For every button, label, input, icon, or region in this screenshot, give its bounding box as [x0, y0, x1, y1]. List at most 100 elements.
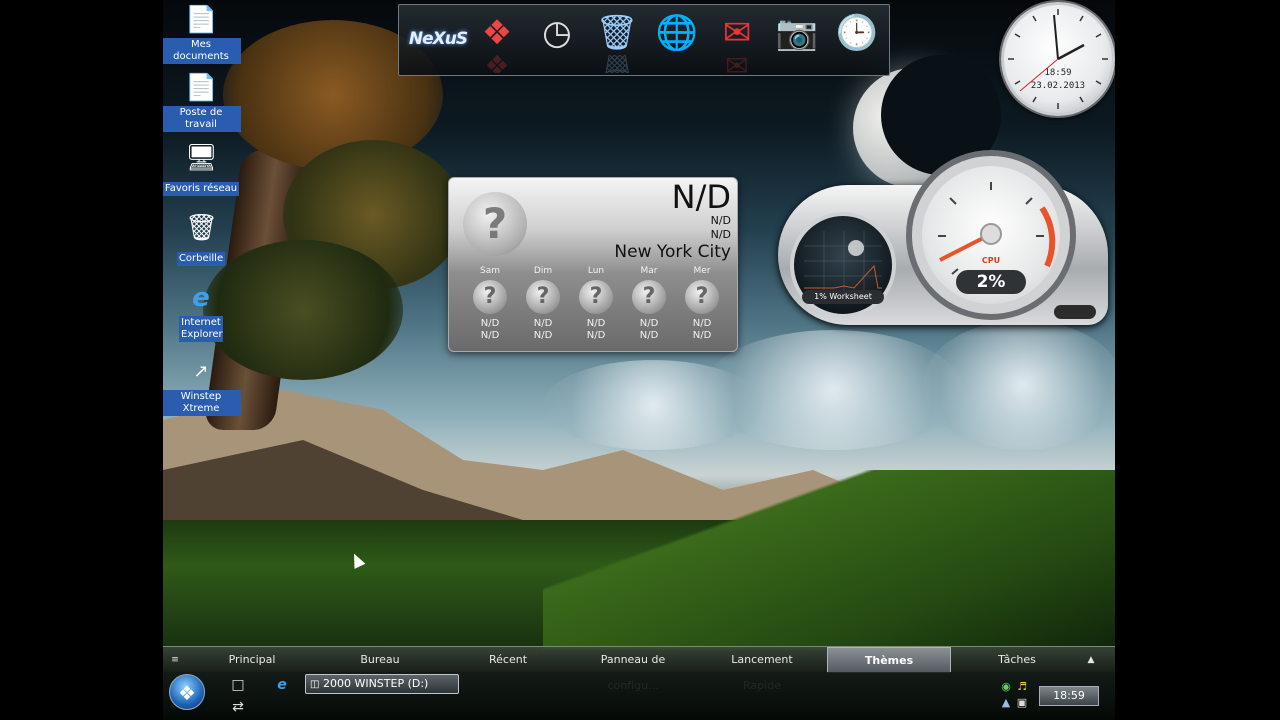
weather-city: New York City	[614, 242, 731, 262]
weather-temperature: N/D	[671, 178, 731, 216]
forecast-day: Dim ? N/D N/D	[523, 266, 563, 342]
desktop-icon-poste-de-travail[interactable]: 📄 Poste de travail	[163, 72, 241, 132]
forecast-day-name: Mar	[640, 266, 658, 276]
weather-widget[interactable]: ? N/D N/D N/D New York City Sam ? N/D N/…	[448, 177, 738, 352]
weather-unknown-icon: ?	[473, 280, 507, 314]
forecast-day: Mar ? N/D N/D	[629, 266, 669, 342]
recycle-bin-icon: 🗑	[185, 213, 219, 243]
drive-icon: ◫	[310, 679, 320, 690]
start-button[interactable]: ❖	[169, 674, 205, 710]
cpu-dial	[906, 150, 1076, 320]
weather-unknown-icon: ?	[632, 280, 666, 314]
clock-icon[interactable]: ◷	[533, 11, 581, 55]
forecast-day: Lun ? N/D N/D	[576, 266, 616, 342]
menu-item-recent[interactable]: Récent	[459, 647, 557, 673]
clock-time: 18:59	[1044, 68, 1072, 78]
network-icon: 🖥	[185, 143, 219, 173]
globe-icon[interactable]: 🌐	[653, 11, 701, 55]
recycle-bin-icon[interactable]: 🗑	[593, 11, 641, 55]
left-black-bar	[0, 0, 163, 720]
nexus-logo-text: NeXuS	[408, 29, 468, 49]
desktop-icon-label: Mes documents	[163, 38, 241, 64]
internet-explorer-icon[interactable]: e	[273, 676, 291, 694]
forecast-day-name: Dim	[533, 266, 553, 276]
forecast-high: N/D	[480, 318, 500, 329]
tray-clock[interactable]: 18:59	[1039, 686, 1099, 706]
forecast-low: N/D	[480, 330, 500, 341]
dock-reflection: ❖	[484, 55, 510, 73]
desktop-icon-internet-explorer[interactable]: e Internet Explorer	[163, 282, 241, 342]
hour-hand	[1057, 43, 1085, 61]
desktop-icon-mes-documents[interactable]: 📄 Mes documents	[163, 4, 241, 64]
forecast-day: Sam ? N/D N/D	[470, 266, 510, 342]
menu-handle-icon[interactable]: ≡	[169, 647, 181, 673]
nexus-logo[interactable]: NeXuS	[407, 11, 469, 55]
desktop[interactable]: 📄 Mes documents 📄 Poste de travail 🖥 Fav…	[163, 0, 1115, 720]
camera-icon[interactable]: 📷	[773, 11, 821, 55]
volume-tray-icon[interactable]: ♬	[1015, 680, 1029, 694]
show-desktop-icon[interactable]: □	[229, 676, 247, 694]
clock-face	[1008, 9, 1108, 109]
forecast-low: N/D	[692, 330, 712, 341]
desktop-icon-favoris-reseau[interactable]: 🖥 Favoris réseau	[163, 142, 241, 196]
grass-slope	[543, 470, 1115, 650]
menu-item-bureau[interactable]: Bureau	[331, 647, 429, 673]
minute-hand	[1053, 14, 1059, 60]
forecast-day-name: Mer	[693, 266, 711, 276]
desktop-icon-label: Poste de travail	[163, 106, 241, 132]
desktop-icon-corbeille[interactable]: 🗑 Corbeille	[163, 212, 241, 266]
winstep-icon: ↗	[193, 361, 209, 382]
menu-item-taches[interactable]: Tâches	[973, 647, 1061, 673]
forecast-low: N/D	[639, 330, 659, 341]
windows-logo-icon[interactable]: ❖	[473, 11, 521, 55]
taskbar-window-label: 2000 WINSTEP (D:)	[322, 677, 429, 690]
internet-explorer-icon: e	[192, 283, 210, 313]
cpu-meter-widget[interactable]: 1% Worksheet CPU 2%	[778, 150, 1108, 330]
desktop-icon-label: Internet Explorer	[179, 316, 223, 342]
forecast-high: N/D	[639, 318, 659, 329]
forecast-high: N/D	[692, 318, 712, 329]
desktop-icon-label: Corbeille	[176, 252, 226, 266]
menu-item-principal[interactable]: Principal	[203, 647, 301, 673]
forecast-low: N/D	[586, 330, 606, 341]
display-tray-icon[interactable]: ▣	[1015, 696, 1029, 710]
weather-condition: N/D	[710, 228, 731, 241]
desktop-icon-label: Winstep Xtreme	[163, 390, 241, 416]
dock-reflection: ✉	[725, 55, 749, 73]
document-icon: 📄	[185, 5, 218, 35]
switch-windows-icon[interactable]: ⇄	[229, 698, 247, 716]
weather-unknown-icon: ?	[579, 280, 613, 314]
nexus-dock[interactable]: NeXuS ❖ ◷ 🗑 🌐 ✉ 📷 🕒 ❖ 🗑 ✉	[398, 4, 890, 76]
forecast-high: N/D	[533, 318, 553, 329]
scroll-up-icon[interactable]: ▲	[1083, 647, 1099, 673]
network-tray-icon[interactable]: ◉	[999, 680, 1013, 694]
monitor-clock-icon[interactable]: 🕒	[833, 11, 881, 55]
winstep-menu-bar[interactable]: ≡ Principal Bureau Récent Panneau de con…	[163, 646, 1115, 692]
forecast-day-name: Sam	[480, 266, 500, 276]
weather-unknown-icon: ?	[526, 280, 560, 314]
worksheet-label: 1% Worksheet	[802, 290, 884, 304]
computer-icon: 📄	[185, 73, 218, 103]
cpu-meter-slot	[1054, 305, 1096, 319]
menu-item-lancement-rapide[interactable]: Lancement Rapide	[711, 647, 813, 692]
cpu-percent: 2%	[956, 270, 1026, 294]
desktop-icon-label: Favoris réseau	[163, 182, 240, 196]
forecast-low: N/D	[533, 330, 553, 341]
taskbar: ❖ □ e ⇄ ◫ 2000 WINSTEP (D:) ◉ ♬ ▲ ▣ 18:5…	[163, 672, 1115, 720]
forecast-day-name: Lun	[587, 266, 605, 276]
right-black-bar	[1115, 0, 1280, 720]
forecast-day: Mer ? N/D N/D	[682, 266, 722, 342]
menu-item-themes[interactable]: Thèmes	[827, 647, 951, 673]
weather-unknown-icon: ?	[463, 192, 527, 256]
windows-logo-icon: ❖	[178, 681, 196, 705]
taskbar-window-button[interactable]: ◫ 2000 WINSTEP (D:)	[305, 674, 459, 694]
mail-icon[interactable]: ✉	[713, 11, 761, 55]
security-tray-icon[interactable]: ▲	[999, 696, 1013, 710]
analog-clock-widget[interactable]: 18:59 23.02.2013	[1001, 2, 1115, 116]
clock-date: 23.02.2013	[1030, 81, 1086, 91]
desktop-icon-winstep-xtreme[interactable]: ↗ Winstep Xtreme	[163, 356, 241, 416]
weather-condition: N/D	[710, 214, 731, 227]
cpu-label: CPU	[981, 256, 1001, 265]
menu-item-panneau-de-configuration[interactable]: Panneau de configu...	[575, 647, 691, 692]
dock-reflection: 🗑	[599, 55, 635, 73]
